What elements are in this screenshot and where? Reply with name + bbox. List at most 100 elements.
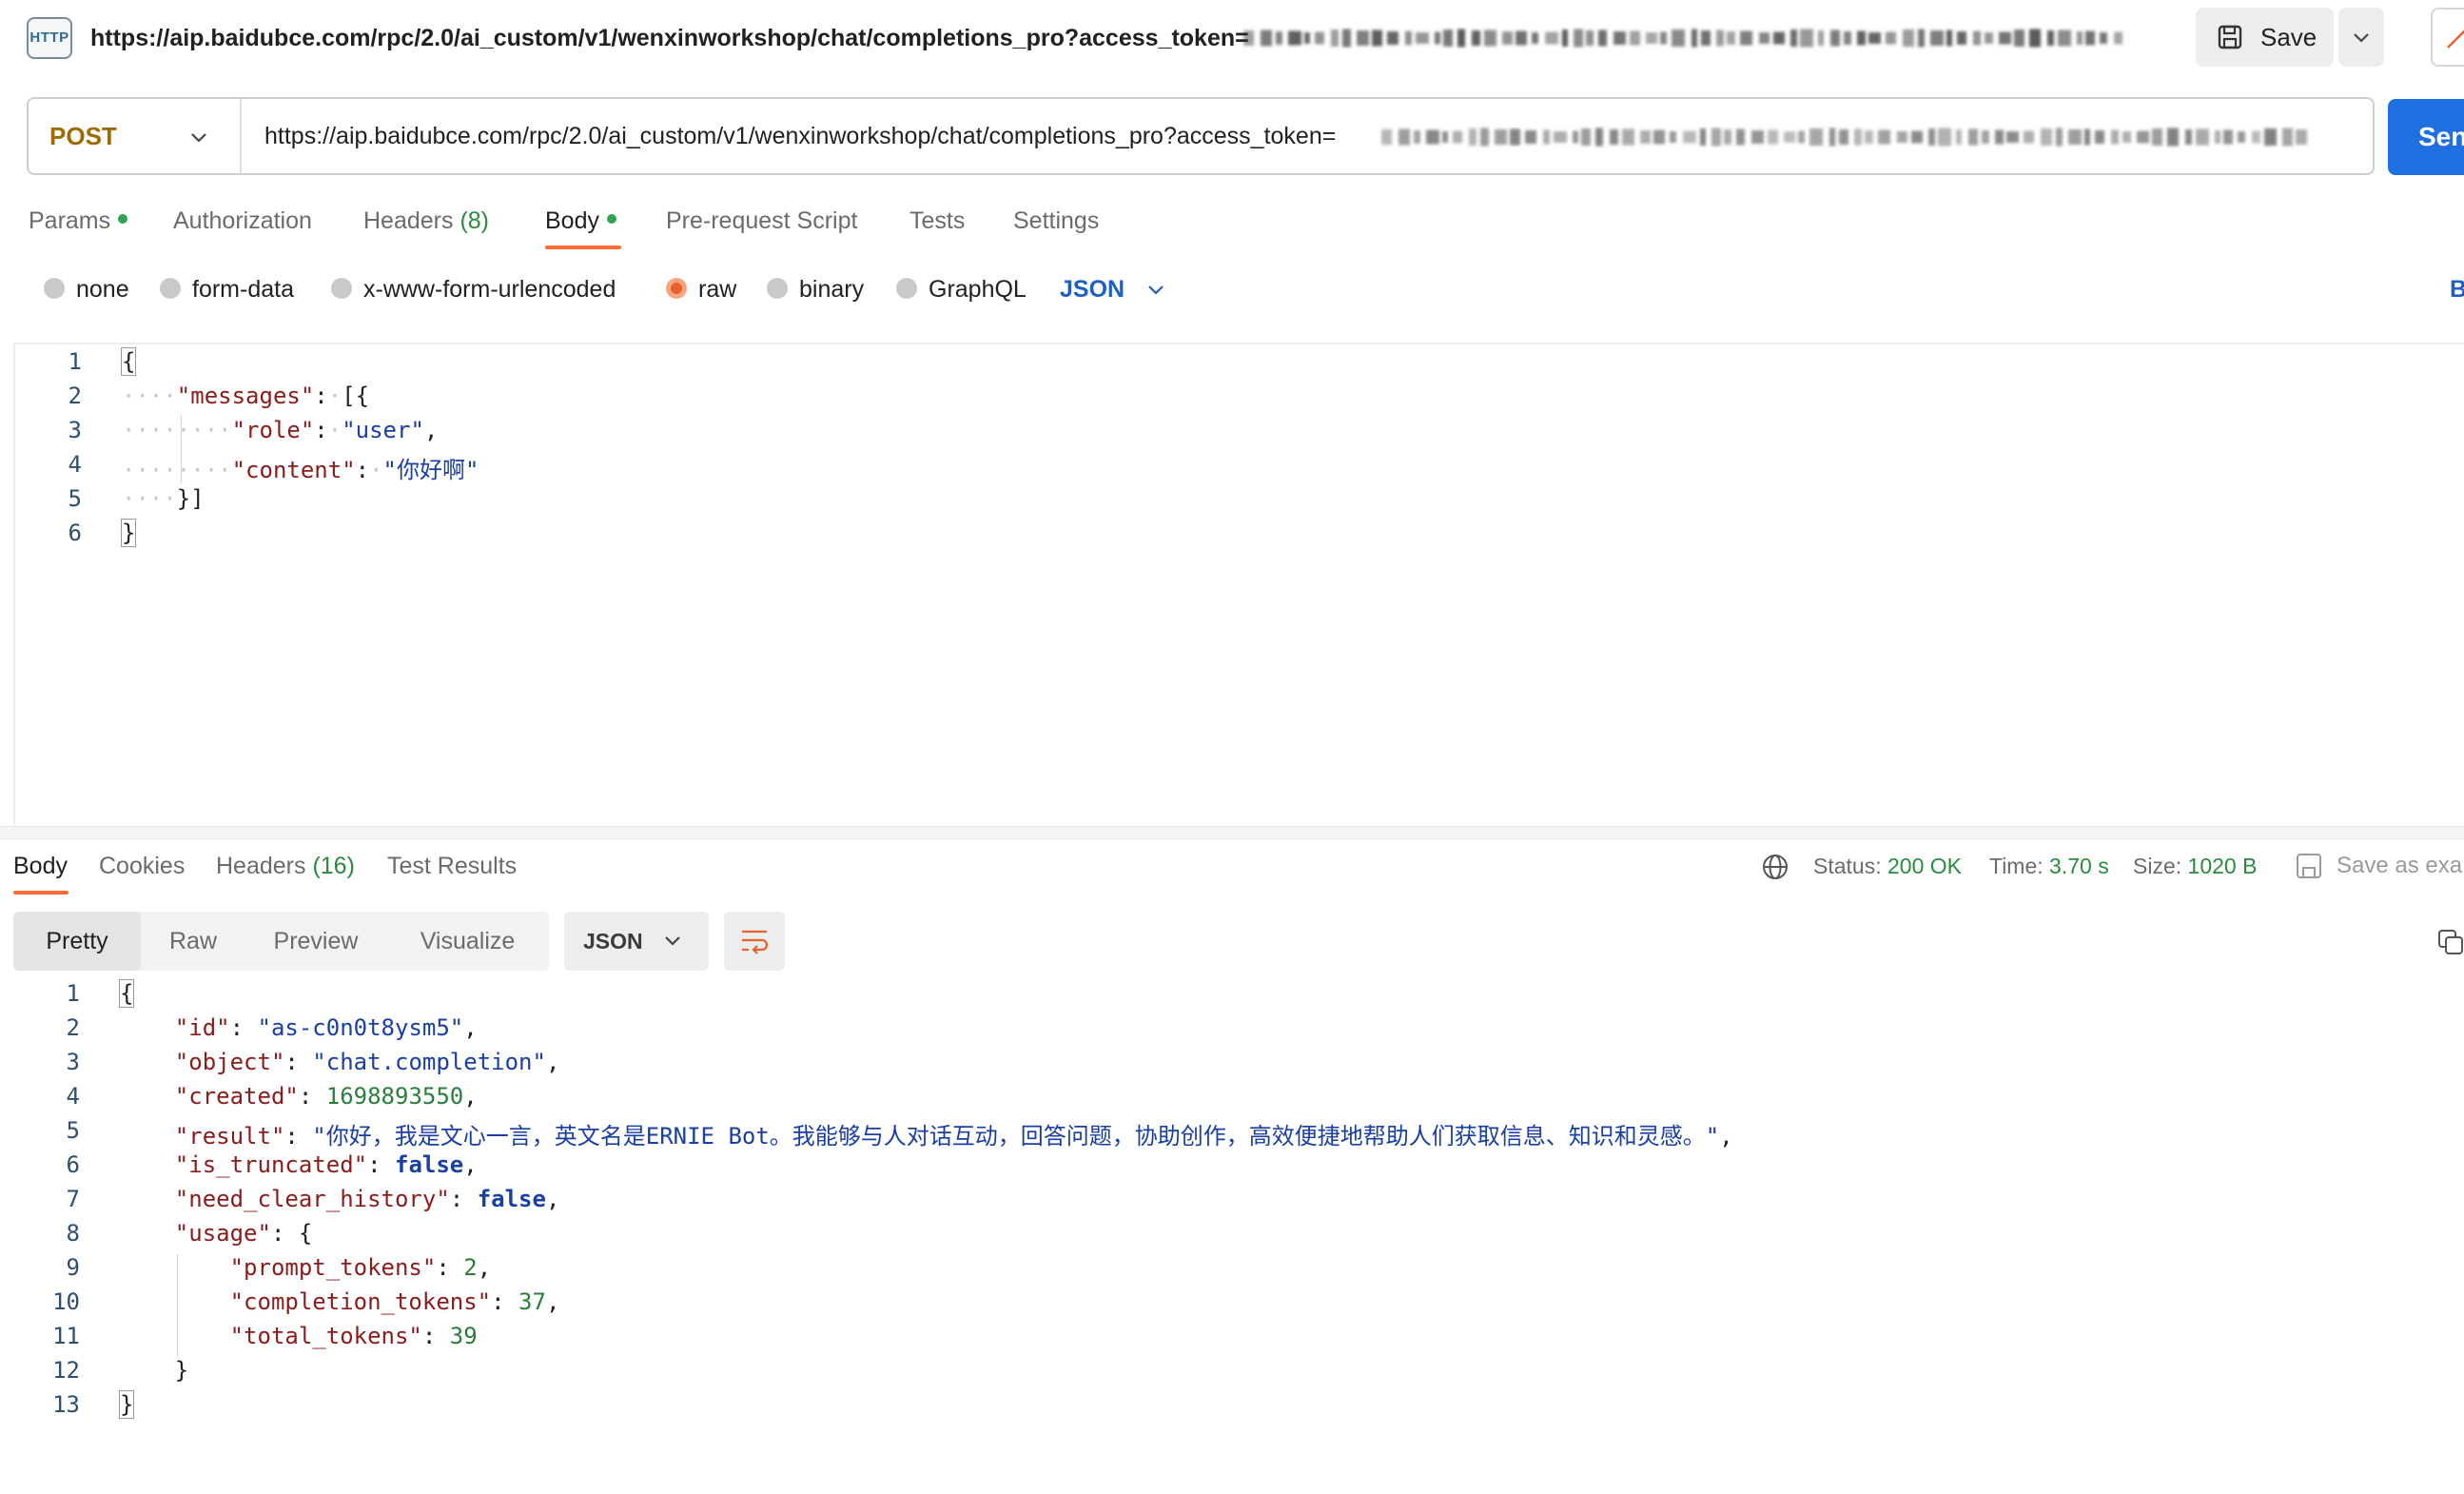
redacted-glyph bbox=[1510, 128, 1520, 146]
active-tab-underline bbox=[545, 246, 621, 249]
response-tab-body[interactable]: Body bbox=[13, 845, 68, 887]
redacted-glyph bbox=[2095, 130, 2104, 144]
radio-button[interactable] bbox=[44, 278, 65, 300]
redacted-glyph bbox=[1342, 29, 1351, 48]
radio-label: form-data bbox=[192, 276, 294, 303]
copy-icon[interactable] bbox=[2437, 929, 2464, 955]
redacted-glyph bbox=[1886, 31, 1896, 45]
body-type-graphql[interactable]: GraphQL bbox=[896, 268, 1027, 310]
redacted-glyph bbox=[1818, 30, 1824, 46]
line-number: 6 bbox=[68, 520, 82, 546]
tab-label: Body bbox=[545, 207, 599, 234]
radio-button[interactable] bbox=[896, 278, 917, 300]
redacted-glyph bbox=[1435, 31, 1440, 45]
code-line: "prompt_tokens": 2, bbox=[229, 1254, 492, 1281]
response-tab-headers[interactable]: Headers (16) bbox=[216, 845, 355, 887]
redacted-glyph bbox=[2167, 128, 2179, 147]
json-string: "你好啊" bbox=[382, 457, 479, 483]
body-type-none[interactable]: none bbox=[44, 268, 129, 310]
code-line: { bbox=[120, 347, 137, 376]
redacted-glyph bbox=[1711, 128, 1721, 147]
tab-label: Headers bbox=[363, 207, 454, 234]
redacted-glyph bbox=[1610, 129, 1618, 145]
view-visualize[interactable]: Visualize bbox=[386, 912, 549, 971]
json-brace: } bbox=[174, 1357, 189, 1384]
json-brace: } bbox=[118, 1390, 135, 1419]
redacted-glyph bbox=[2223, 129, 2233, 145]
code-line: ····"messages":·[{ bbox=[122, 383, 370, 409]
radio-button-selected[interactable] bbox=[666, 278, 687, 300]
redacted-glyph bbox=[1968, 128, 1978, 146]
tab-label: Authorization bbox=[173, 207, 312, 234]
line-number: 4 bbox=[66, 1083, 80, 1110]
redacted-glyph bbox=[2058, 29, 2071, 47]
tab-label: Params bbox=[29, 207, 111, 234]
tab-pre-request-script[interactable]: Pre-request Script bbox=[666, 200, 857, 242]
redacted-glyph bbox=[1918, 29, 1925, 48]
beautify-link[interactable]: B bbox=[2450, 268, 2464, 310]
response-body-viewer[interactable]: 1 2 3 4 5 6 7 8 9 10 11 12 13 { "id": "a… bbox=[13, 979, 2464, 1494]
response-tab-cookies[interactable]: Cookies bbox=[99, 845, 185, 887]
redacted-glyph bbox=[1443, 29, 1453, 47]
redacted-glyph bbox=[2238, 131, 2245, 143]
view-pretty[interactable]: Pretty bbox=[13, 912, 141, 971]
save-button[interactable]: Save bbox=[2196, 8, 2334, 67]
view-raw[interactable]: Raw bbox=[141, 912, 245, 971]
body-type-binary[interactable]: binary bbox=[767, 268, 864, 310]
json-string: "user" bbox=[342, 417, 424, 443]
redacted-glyph bbox=[1938, 128, 1951, 147]
redacted-glyph bbox=[1304, 32, 1310, 44]
tab-headers[interactable]: Headers (8) bbox=[363, 200, 489, 242]
body-type-urlencoded[interactable]: x-www-form-urlencoded bbox=[331, 268, 616, 310]
edit-icon-button[interactable] bbox=[2431, 8, 2464, 67]
wrap-lines-button[interactable] bbox=[724, 912, 785, 971]
response-tab-test-results[interactable]: Test Results bbox=[387, 845, 517, 887]
request-body-editor[interactable]: 1 2 3 4 5 6 { ····"messages":·[{ ·······… bbox=[13, 343, 2464, 825]
redacted-glyph bbox=[1581, 128, 1591, 146]
json-string: "chat.completion" bbox=[312, 1049, 546, 1075]
tab-settings[interactable]: Settings bbox=[1013, 200, 1099, 242]
tab-params[interactable]: Params bbox=[29, 200, 128, 242]
send-button[interactable]: Sen bbox=[2388, 99, 2464, 175]
globe-icon[interactable] bbox=[1761, 853, 1789, 881]
active-indicator-dot bbox=[118, 214, 128, 225]
line-number: 6 bbox=[66, 1151, 80, 1178]
method-select[interactable]: POST bbox=[29, 99, 242, 173]
redacted-glyph bbox=[1381, 129, 1392, 145]
code-line: "id": "as-c0n0t8ysm5", bbox=[174, 1014, 478, 1041]
save-options-button[interactable] bbox=[2338, 8, 2384, 67]
pane-resize-divider[interactable] bbox=[0, 826, 2464, 839]
request-title-bar: HTTP https://aip.baidubce.com/rpc/2.0/ai… bbox=[0, 0, 2464, 76]
redacted-glyph bbox=[2185, 129, 2192, 145]
redacted-glyph bbox=[1261, 29, 1272, 47]
url-bar: POST https://aip.baidubce.com/rpc/2.0/ai… bbox=[27, 97, 2375, 175]
redacted-glyph bbox=[1315, 31, 1324, 45]
line-number: 8 bbox=[66, 1220, 80, 1247]
radio-button[interactable] bbox=[767, 278, 788, 300]
redacted-glyph bbox=[1660, 31, 1667, 45]
json-brace: { bbox=[298, 1220, 313, 1247]
redacted-glyph bbox=[2077, 31, 2083, 45]
redacted-glyph bbox=[2100, 32, 2107, 44]
line-number: 3 bbox=[68, 417, 82, 443]
redacted-glyph bbox=[1930, 30, 1944, 46]
redacted-glyph bbox=[1773, 31, 1785, 45]
redacted-glyph bbox=[2196, 128, 2209, 146]
json-punct: }] bbox=[176, 485, 205, 512]
body-type-raw[interactable]: raw bbox=[666, 268, 736, 310]
tab-tests[interactable]: Tests bbox=[909, 200, 965, 242]
radio-button[interactable] bbox=[160, 278, 181, 300]
redacted-glyph bbox=[1784, 131, 1795, 143]
body-language-select[interactable]: JSON bbox=[1060, 268, 1164, 310]
view-preview[interactable]: Preview bbox=[245, 912, 386, 971]
radio-button[interactable] bbox=[331, 278, 352, 300]
line-number: 1 bbox=[66, 980, 80, 1007]
tab-body[interactable]: Body bbox=[545, 200, 616, 242]
response-format-select[interactable]: JSON bbox=[564, 912, 709, 971]
body-type-form-data[interactable]: form-data bbox=[160, 268, 294, 310]
radio-label: none bbox=[76, 276, 129, 303]
tab-authorization[interactable]: Authorization bbox=[173, 200, 312, 242]
redacted-glyph bbox=[1372, 29, 1382, 47]
line-number: 4 bbox=[68, 451, 82, 478]
redacted-glyph bbox=[1646, 32, 1657, 44]
